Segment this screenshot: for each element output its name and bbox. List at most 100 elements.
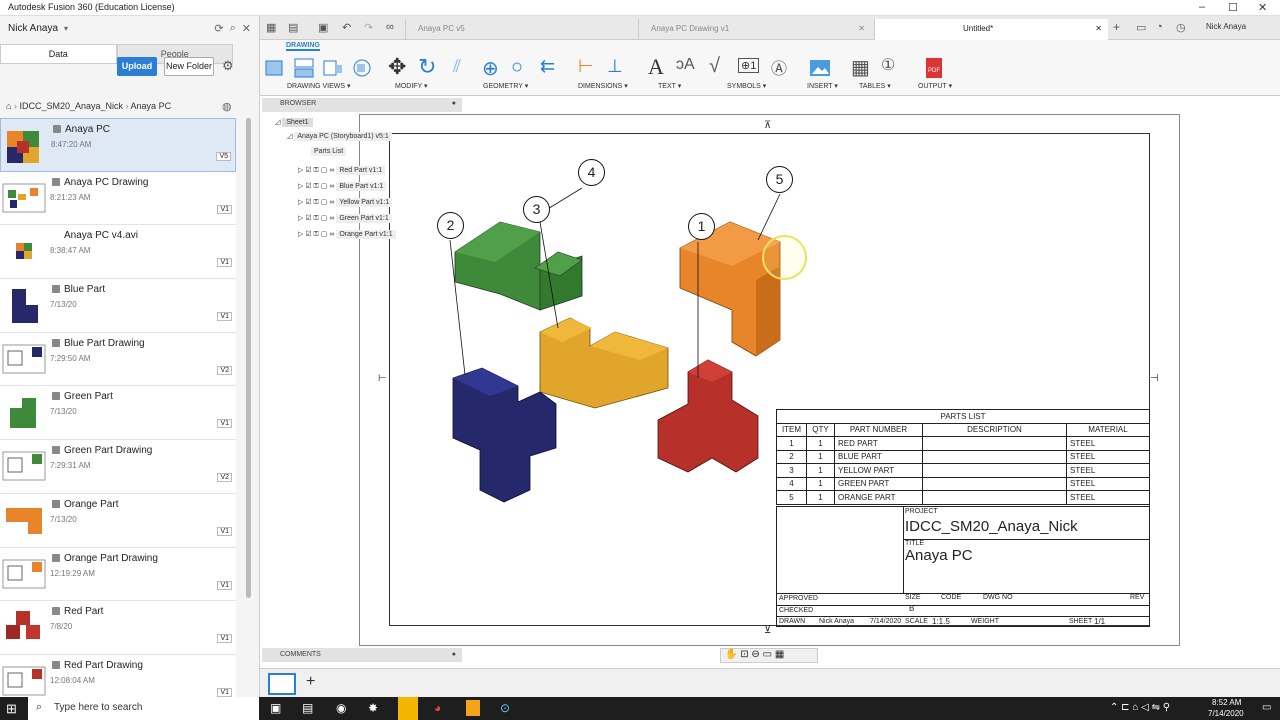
expand-icon[interactable]: ▷ xyxy=(298,231,303,238)
tables-menu[interactable]: TABLES ▾ xyxy=(859,82,891,90)
list-item[interactable]: Blue Part 7/13/20 V1 xyxy=(0,279,236,333)
list-item[interactable]: Anaya PC v4.avi 8:38:47 AM V1 xyxy=(0,225,236,280)
expand-icon[interactable]: ▷ xyxy=(298,199,303,206)
close-icon[interactable]: ✕ xyxy=(1258,1,1267,14)
green-part[interactable] xyxy=(454,221,583,311)
yellow-part[interactable] xyxy=(539,317,669,409)
sheet-thumbnail[interactable] xyxy=(268,673,296,695)
text-menu[interactable]: TEXT ▾ xyxy=(658,82,681,90)
list-item[interactable]: Green Part Drawing 7:29:31 AM V2 xyxy=(0,440,236,494)
part-node[interactable]: Green Part v1:1 xyxy=(336,214,392,223)
chrome-icon[interactable]: ◕ xyxy=(434,701,441,715)
new-tab-icon[interactable]: + xyxy=(1113,20,1120,34)
move-icon[interactable]: ✥ xyxy=(388,54,406,80)
view-node[interactable]: Anaya PC (Storyboard1) v5:1 xyxy=(294,132,392,141)
tab-anaya-pc-drawing[interactable]: Anaya PC Drawing v1 ✕ xyxy=(638,19,871,40)
fusion-icon[interactable] xyxy=(466,700,480,716)
tab-untitled[interactable]: Untitled* ✕ xyxy=(874,19,1108,40)
exploded-view[interactable] xyxy=(440,160,800,510)
tab-anaya-pc-v5[interactable]: Anaya PC v5 xyxy=(405,19,635,40)
geometry-menu[interactable]: GEOMETRY ▾ xyxy=(483,82,528,90)
list-item[interactable]: Red Part 7/8/20 V1 xyxy=(0,601,236,655)
tray-icons[interactable]: ⌃ ⊏ ⌂ ◁ ⇋ ⚲ xyxy=(1110,702,1170,713)
grid-settings-icon[interactable]: ▦ xyxy=(775,649,784,660)
add-sheet-icon[interactable]: + xyxy=(306,673,315,691)
taskbar-search[interactable]: ⌕ Type here to search xyxy=(28,697,259,720)
comments-panel[interactable]: COMMENTS ● xyxy=(262,648,462,662)
list-item[interactable]: Green Part 7/13/20 V1 xyxy=(0,386,236,441)
collapse-icon[interactable]: ◿ xyxy=(287,133,292,140)
center-mark-icon[interactable]: ⊕ xyxy=(482,56,499,81)
notification-center-icon[interactable]: ▭ xyxy=(1262,702,1271,713)
balloon-5[interactable]: 5 xyxy=(766,166,793,193)
windows-start-icon[interactable]: ⊞ xyxy=(6,701,17,717)
version-badge[interactable]: V1 xyxy=(217,258,232,268)
version-badge[interactable]: V1 xyxy=(217,526,232,536)
user-name[interactable]: Nick Anaya xyxy=(1206,22,1246,31)
list-item[interactable]: Anaya PC Drawing 8:21:23 AM V1 xyxy=(0,171,236,226)
minimize-icon[interactable]: – xyxy=(1199,1,1205,13)
edge-extension-icon[interactable]: ⇇ xyxy=(540,56,555,77)
modify-menu[interactable]: MODIFY ▾ xyxy=(395,82,428,90)
rotate-icon[interactable]: ↻ xyxy=(418,54,436,80)
gear-icon[interactable]: ⚙ xyxy=(222,58,234,74)
insert-menu[interactable]: INSERT ▾ xyxy=(807,82,838,90)
expand-icon[interactable]: ▷ xyxy=(298,183,303,190)
search-icon[interactable]: ⌕ xyxy=(230,22,236,35)
settings-app-icon[interactable]: ✸ xyxy=(368,701,378,715)
upload-button[interactable]: Upload xyxy=(117,57,157,76)
datum-icon[interactable]: Ⓐ xyxy=(771,55,787,79)
balloon-2[interactable]: 2 xyxy=(437,212,464,239)
part-node[interactable]: Yellow Part v1:1 xyxy=(336,198,393,207)
detail-view-icon[interactable] xyxy=(351,57,373,79)
version-badge[interactable]: V1 xyxy=(217,580,232,590)
image-icon[interactable] xyxy=(809,57,831,79)
breadcrumb-folder[interactable]: Anaya PC xyxy=(131,101,172,111)
list-item[interactable]: Anaya PC 8:47:20 AM V5 xyxy=(0,118,236,172)
refresh-icon[interactable]: ⟳ xyxy=(214,22,223,35)
section-view-icon[interactable] xyxy=(322,57,344,79)
maximize-icon[interactable]: ☐ xyxy=(1228,1,1238,14)
new-folder-button[interactable]: New Folder xyxy=(164,57,214,76)
table-icon[interactable]: ▦ xyxy=(851,55,870,80)
link-icon[interactable]: ∞ xyxy=(386,21,394,33)
file-explorer-icon[interactable] xyxy=(398,697,418,720)
tab-data[interactable]: Data xyxy=(0,44,117,64)
output-menu[interactable]: OUTPUT ▾ xyxy=(918,82,952,90)
task-view-icon[interactable]: ▣ xyxy=(270,701,281,715)
version-badge[interactable]: V1 xyxy=(217,312,232,322)
recorder-icon[interactable]: ⊙ xyxy=(500,701,510,715)
dimensions-menu[interactable]: DIMENSIONS ▾ xyxy=(578,82,628,90)
drawing-views-menu[interactable]: DRAWING VIEWS ▾ xyxy=(287,82,351,90)
browser-toggle-icon[interactable]: ● xyxy=(452,100,456,107)
zoom-icon[interactable]: ⊖ xyxy=(751,649,759,660)
parts-list-node[interactable]: Parts List xyxy=(311,147,347,156)
user-dropdown[interactable]: Nick Anaya xyxy=(8,23,58,34)
pdf-icon[interactable]: PDF xyxy=(923,57,945,79)
version-badge[interactable]: V2 xyxy=(217,365,232,375)
close-tab-icon[interactable]: ✕ xyxy=(1095,24,1102,33)
app-icon[interactable]: ◉ xyxy=(336,701,346,715)
version-badge[interactable]: V2 xyxy=(217,473,232,483)
red-part[interactable] xyxy=(657,359,759,473)
feature-control-icon[interactable]: ⊕1 xyxy=(738,58,760,73)
browser-panel[interactable]: BROWSER ● xyxy=(262,98,462,112)
version-badge[interactable]: V1 xyxy=(217,634,232,644)
base-view-icon[interactable] xyxy=(264,57,286,79)
zoom-window-icon[interactable]: ⊡ xyxy=(740,649,748,660)
leader-icon[interactable]: ↄA xyxy=(676,56,695,74)
surface-texture-icon[interactable]: √ xyxy=(709,55,720,78)
parts-list-table[interactable]: PARTS LIST ITEM QTY PART NUMBER DESCRIPT… xyxy=(776,409,1150,505)
balloon-icon[interactable]: ① xyxy=(881,55,895,75)
store-icon[interactable]: ▤ xyxy=(302,701,313,715)
list-item[interactable]: Orange Part Drawing 12:19:29 AM V1 xyxy=(0,547,236,602)
centerline-icon[interactable]: ⫽ xyxy=(453,56,461,77)
version-badge[interactable]: V5 xyxy=(216,152,231,161)
version-badge[interactable]: V1 xyxy=(217,687,232,697)
file-list-scrollbar[interactable] xyxy=(246,118,251,598)
grid-icon[interactable]: ▦ xyxy=(266,21,276,34)
dimension-icon[interactable]: ⊢ xyxy=(578,56,594,77)
circle-icon[interactable]: ○ xyxy=(511,56,523,79)
display-settings-icon[interactable]: ▭ xyxy=(763,649,772,660)
part-node[interactable]: Blue Part v1:1 xyxy=(336,182,387,191)
